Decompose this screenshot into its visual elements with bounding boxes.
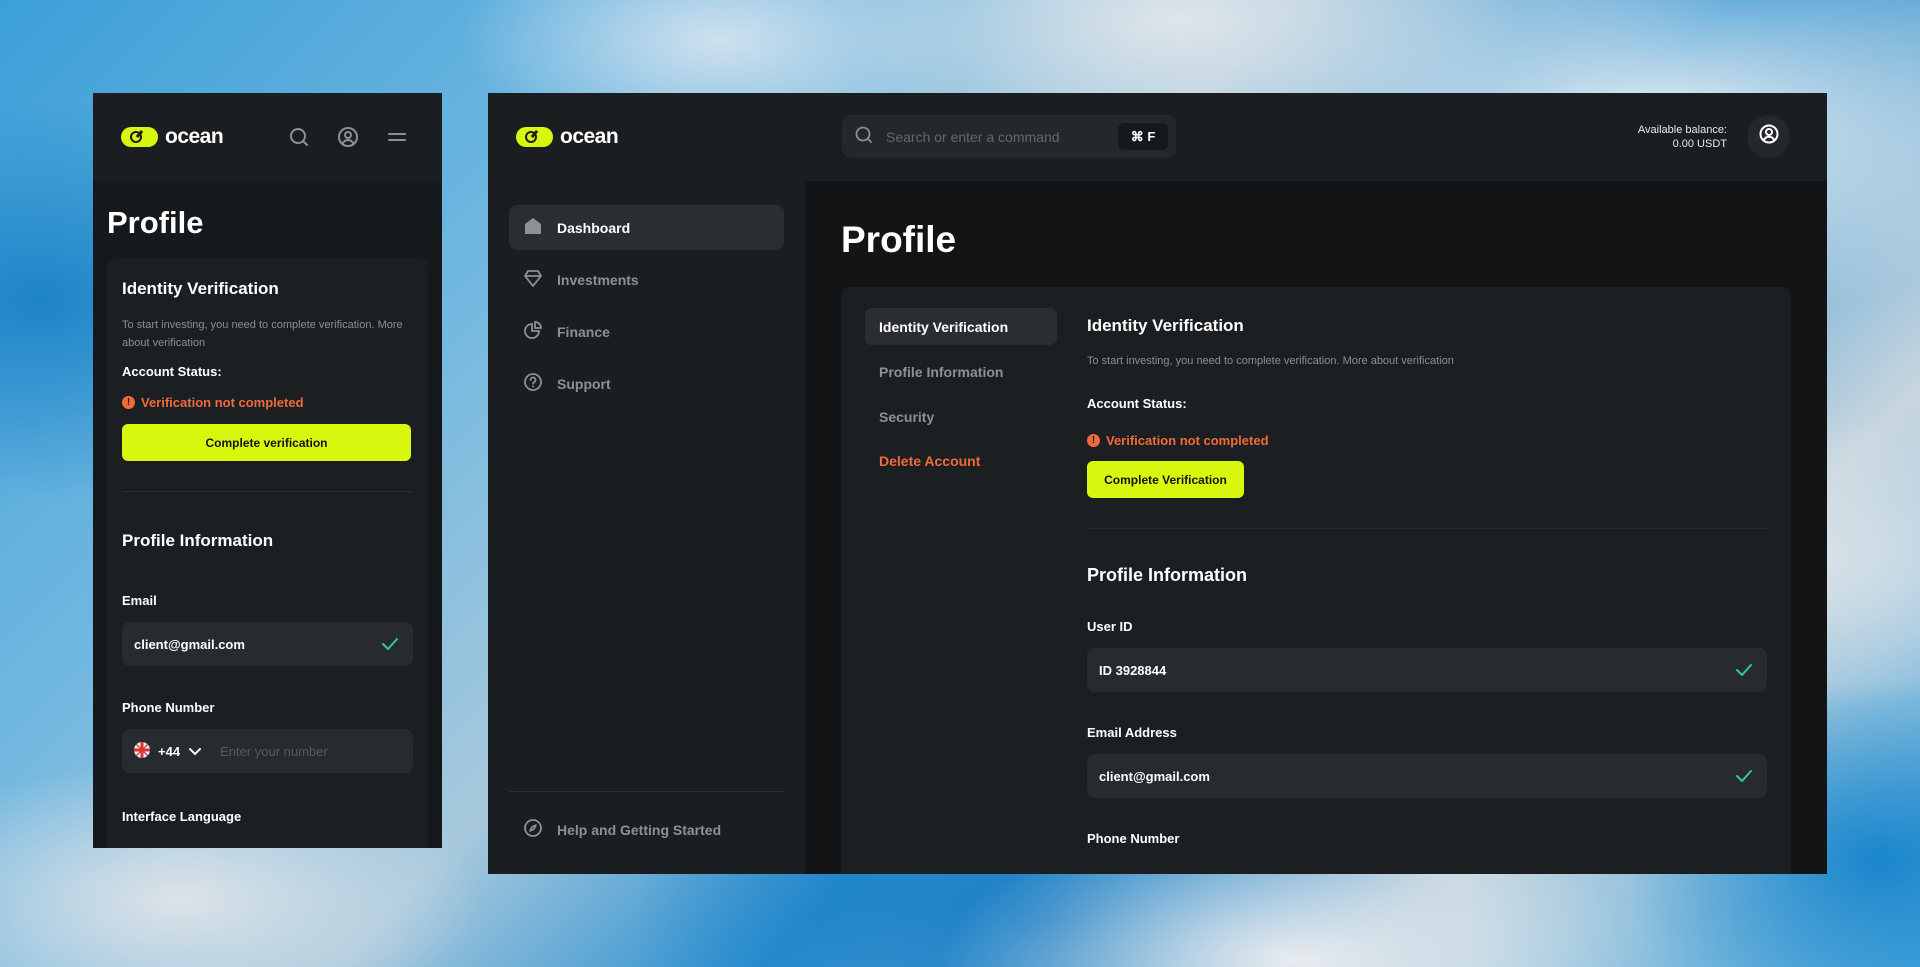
sidebar-item-label: Investments: [557, 271, 639, 288]
home-icon: [523, 216, 543, 239]
phone-input[interactable]: Enter your number: [220, 744, 328, 759]
page-title: Profile: [107, 205, 204, 240]
divider: [1087, 528, 1767, 529]
user-circle-icon[interactable]: [337, 126, 359, 148]
page-title: Profile: [841, 219, 957, 260]
alert-icon: !: [122, 396, 135, 409]
help-label: Help and Getting Started: [557, 821, 722, 838]
sidebar-item-support[interactable]: Support: [509, 361, 784, 406]
balance-value: 0.00 USDT: [1672, 138, 1727, 150]
tab-delete-account[interactable]: Delete Account: [865, 442, 1057, 479]
sidebar-item-label: Support: [557, 375, 611, 392]
email-field[interactable]: client@gmail.com: [122, 622, 413, 666]
tab-profile-information[interactable]: Profile Information: [865, 353, 1057, 390]
help-getting-started-link[interactable]: Help and Getting Started: [509, 807, 784, 852]
search-placeholder: Search or enter a command: [886, 128, 1060, 145]
sidebar-item-dashboard[interactable]: Dashboard: [509, 205, 784, 250]
help-circle-icon: [523, 372, 543, 395]
check-icon: [1735, 768, 1753, 787]
email-field[interactable]: client@gmail.com: [1087, 754, 1767, 798]
account-status-label: Account Status:: [122, 364, 222, 379]
user-id-value: ID 3928844: [1099, 662, 1167, 678]
mobile-header: ocean: [93, 93, 442, 181]
search-icon: [854, 125, 874, 148]
phone-label: Phone Number: [122, 700, 215, 715]
logo[interactable]: ocean: [516, 125, 619, 149]
user-id-field[interactable]: ID 3928844: [1087, 648, 1767, 692]
profile-info-title: Profile Information: [122, 531, 274, 550]
check-icon: [381, 636, 399, 655]
identity-title: Identity Verification: [122, 279, 279, 298]
sidebar-divider: [509, 791, 784, 792]
identity-description: To start investing, you need to complete…: [1087, 355, 1454, 367]
logo[interactable]: ocean: [121, 125, 224, 149]
email-value: client@gmail.com: [134, 636, 245, 652]
status-badge: ! Verification not completed: [122, 395, 413, 410]
menu-icon[interactable]: [386, 126, 408, 148]
email-label: Email: [122, 593, 157, 608]
account-status-label: Account Status:: [1087, 396, 1187, 411]
profile-card: Identity Verification To start investing…: [107, 258, 428, 848]
complete-verification-button[interactable]: Complete Verification: [1087, 461, 1244, 498]
phone-field[interactable]: +44 Enter your number: [122, 729, 413, 773]
sidebar-item-investments[interactable]: Investments: [509, 257, 784, 302]
diamond-icon: [523, 268, 543, 291]
uk-flag-icon: [134, 741, 150, 761]
compass-icon: [523, 818, 543, 841]
status-badge: ! Verification not completed: [1087, 433, 1767, 448]
email-value: client@gmail.com: [1099, 768, 1210, 784]
sidebar-item-finance[interactable]: Finance: [509, 309, 784, 354]
shortcut-badge: ⌘ F: [1118, 123, 1168, 150]
status-text: Verification not completed: [1106, 433, 1269, 448]
search-icon[interactable]: [288, 126, 310, 148]
divider: [122, 491, 413, 492]
identity-description: To start investing, you need to complete…: [122, 319, 403, 349]
complete-verification-button[interactable]: Complete verification: [122, 424, 411, 461]
tab-security[interactable]: Security: [865, 398, 1057, 435]
brand-name: ocean: [165, 125, 224, 148]
alert-icon: !: [1087, 434, 1100, 447]
available-balance: Available balance: 0.00 USDT: [1638, 123, 1727, 151]
avatar[interactable]: [1747, 115, 1790, 158]
check-icon: [1735, 662, 1753, 681]
identity-title: Identity Verification: [1087, 316, 1244, 335]
interface-language-label: Interface Language: [122, 809, 242, 824]
sidebar-item-label: Dashboard: [557, 219, 631, 236]
sidebar-item-label: Finance: [557, 323, 610, 340]
top-bar: Search or enter a command ⌘ F Available …: [805, 93, 1827, 181]
desktop-app-frame: ocean Dashboard Investments Finance Supp…: [488, 93, 1827, 874]
tab-identity-verification[interactable]: Identity Verification: [865, 308, 1057, 345]
status-text: Verification not completed: [141, 395, 304, 410]
phone-label: Phone Number: [1087, 831, 1180, 846]
profile-card: Identity Verification Profile Informatio…: [841, 287, 1791, 874]
user-circle-icon: [1758, 123, 1780, 150]
search-input[interactable]: Search or enter a command ⌘ F: [842, 115, 1176, 158]
logo-mark: [121, 127, 158, 147]
mobile-app-frame: ocean Profile Identity Verification To s…: [93, 93, 442, 848]
profile-info-title: Profile Information: [1087, 565, 1248, 585]
pie-chart-icon: [523, 320, 543, 343]
user-id-label: User ID: [1087, 619, 1133, 634]
chevron-down-icon[interactable]: [188, 744, 202, 759]
brand-name: ocean: [560, 125, 619, 148]
balance-label: Available balance:: [1637, 124, 1727, 136]
email-label: Email Address: [1087, 725, 1177, 740]
country-code[interactable]: +44: [158, 744, 180, 759]
sidebar: ocean Dashboard Investments Finance Supp…: [488, 93, 805, 874]
logo-mark: [516, 127, 553, 147]
